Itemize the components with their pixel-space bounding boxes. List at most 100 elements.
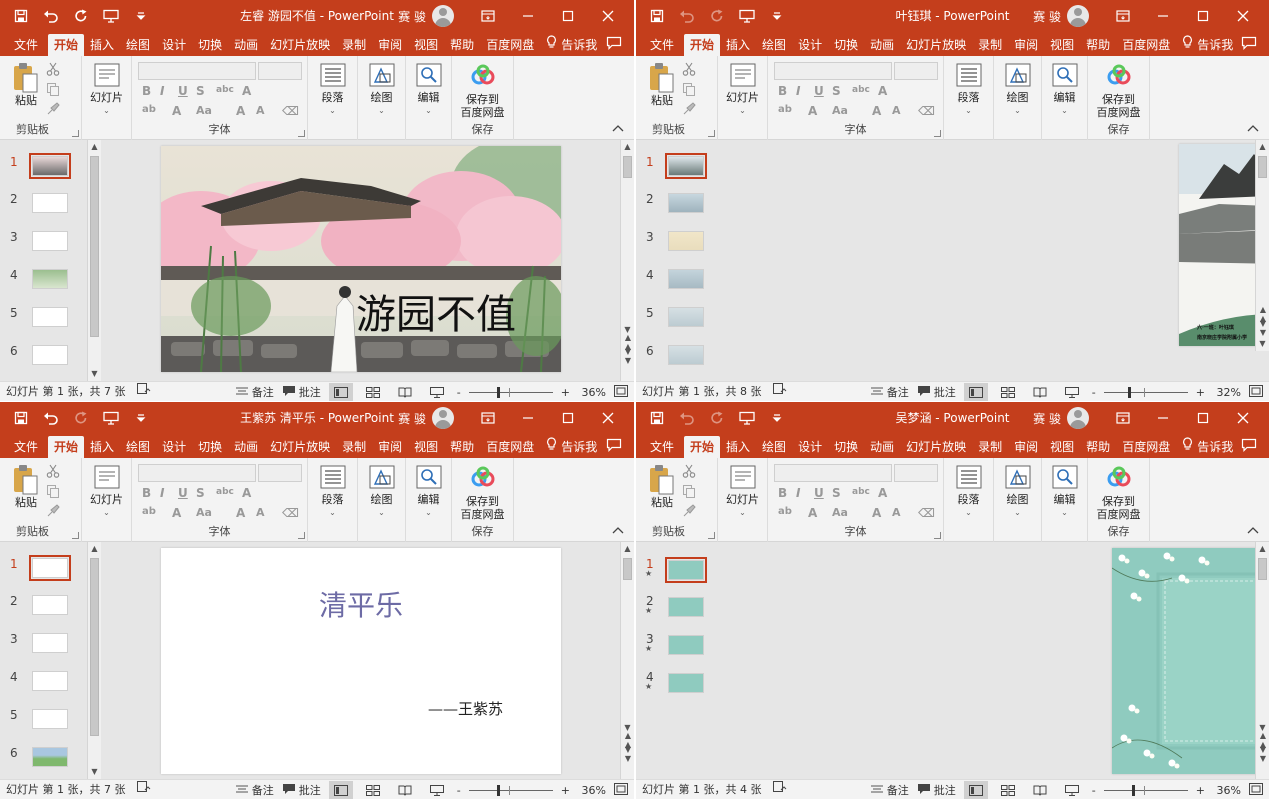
notes-toggle[interactable]: 备注: [235, 384, 274, 400]
shapes-icon[interactable]: [368, 62, 396, 91]
tab-10[interactable]: 视图: [1044, 436, 1080, 458]
tab-3[interactable]: 绘图: [756, 34, 792, 56]
next-slide-icon[interactable]: ▼ ▼: [622, 347, 634, 365]
slide-thumbnail[interactable]: [668, 635, 704, 655]
tab-11[interactable]: 帮助: [1080, 34, 1116, 56]
minimize-icon[interactable]: [508, 402, 548, 434]
slide-thumbnail[interactable]: [32, 747, 68, 767]
clear-format-icon[interactable]: ab: [778, 506, 792, 517]
tab-5[interactable]: 切换: [192, 34, 228, 56]
notes-toggle[interactable]: 备注: [235, 782, 274, 798]
shrink-font-icon[interactable]: A: [256, 104, 265, 117]
accessibility-icon[interactable]: [773, 382, 787, 401]
minimize-icon[interactable]: [508, 0, 548, 32]
chevron-down-icon[interactable]: ⌄: [994, 104, 1041, 117]
font-color-icon[interactable]: A: [242, 486, 251, 500]
scroll-up-icon[interactable]: ▲: [88, 140, 101, 154]
scrollbar-thumb[interactable]: [90, 156, 99, 337]
fit-to-window-icon[interactable]: [614, 782, 628, 798]
dialog-launcher-icon[interactable]: [298, 130, 305, 137]
slide-thumbnail[interactable]: [32, 633, 68, 653]
chevron-down-icon[interactable]: ⌄: [308, 104, 357, 117]
slide-thumbnail[interactable]: [29, 555, 71, 581]
scrollbar-thumb[interactable]: [623, 156, 632, 178]
collapse-ribbon-icon[interactable]: [612, 122, 624, 135]
shapes-icon[interactable]: [1004, 464, 1032, 493]
tab-10[interactable]: 视图: [408, 436, 444, 458]
paste-icon[interactable]: [12, 464, 40, 499]
chevron-down-icon[interactable]: ⌄: [406, 506, 451, 519]
zoom-level[interactable]: 36%: [1213, 784, 1241, 797]
clear-format-icon[interactable]: ab: [778, 104, 792, 115]
dialog-launcher-icon[interactable]: [708, 130, 715, 137]
tab-9[interactable]: 审阅: [372, 34, 408, 56]
redo-icon[interactable]: [704, 3, 730, 29]
cut-icon[interactable]: [682, 62, 696, 79]
slide-thumbnail[interactable]: [32, 709, 68, 729]
paragraph-label[interactable]: 段落: [308, 91, 357, 104]
tab-5[interactable]: 切换: [828, 436, 864, 458]
char-spacing-icon[interactable]: abc: [216, 487, 234, 497]
ribbon-display-options-icon[interactable]: [468, 0, 508, 32]
char-spacing-icon[interactable]: abc: [852, 85, 870, 95]
tab-0[interactable]: 文件: [644, 436, 684, 458]
notes-toggle[interactable]: 备注: [870, 782, 909, 798]
copy-icon[interactable]: [682, 484, 696, 501]
slide-title[interactable]: 游园不值: [356, 282, 516, 340]
tell-me-search[interactable]: 告诉我: [1176, 436, 1233, 458]
strikethrough-icon[interactable]: S: [832, 84, 841, 98]
tab-4[interactable]: 设计: [792, 436, 828, 458]
tell-me-search[interactable]: 告诉我: [540, 34, 597, 56]
dialog-launcher-icon[interactable]: [708, 532, 715, 539]
highlight-icon[interactable]: A: [808, 506, 817, 520]
undo-icon[interactable]: [38, 3, 64, 29]
tab-7[interactable]: 幻灯片放映: [264, 436, 336, 458]
slide-thumbnail[interactable]: [29, 153, 71, 179]
paste-icon[interactable]: [648, 464, 676, 499]
tab-12[interactable]: 百度网盘: [1116, 436, 1176, 458]
present-from-start-icon[interactable]: [98, 3, 124, 29]
tab-0[interactable]: 文件: [644, 34, 684, 56]
strikethrough-icon[interactable]: S: [832, 486, 841, 500]
thumbnail-scrollbar[interactable]: ▲ ▼: [87, 542, 101, 779]
drawing-label[interactable]: 绘图: [994, 91, 1041, 104]
slide-sorter-icon[interactable]: [996, 383, 1020, 401]
underline-icon[interactable]: U: [814, 84, 824, 98]
slideshow-icon[interactable]: [1060, 383, 1084, 401]
zoom-slider-thumb[interactable]: [1131, 784, 1135, 796]
bold-icon[interactable]: B: [778, 84, 787, 98]
save-icon[interactable]: [8, 3, 34, 29]
tab-1[interactable]: 开始: [48, 34, 85, 56]
baidu-netdisk-icon[interactable]: [1106, 466, 1132, 493]
eraser-icon[interactable]: ⌫: [282, 506, 299, 520]
fit-to-window-icon[interactable]: [614, 384, 628, 400]
save-icon[interactable]: [644, 405, 670, 431]
avatar[interactable]: [1067, 5, 1089, 27]
chevron-down-icon[interactable]: ⌄: [1042, 506, 1087, 519]
scroll-up-icon[interactable]: ▲: [88, 542, 101, 556]
cut-icon[interactable]: [46, 464, 60, 481]
maximize-icon[interactable]: [1183, 402, 1223, 434]
zoom-in-button[interactable]: +: [1196, 784, 1205, 797]
redo-icon[interactable]: [68, 405, 94, 431]
tab-3[interactable]: 绘图: [120, 436, 156, 458]
font-size-box[interactable]: [258, 464, 302, 482]
close-icon[interactable]: [1223, 402, 1263, 434]
reading-view-icon[interactable]: [393, 781, 417, 799]
zoom-slider-thumb[interactable]: [496, 784, 500, 796]
bold-icon[interactable]: B: [142, 84, 151, 98]
eraser-icon[interactable]: ⌫: [918, 104, 935, 118]
baidu-netdisk-icon[interactable]: [1106, 64, 1132, 91]
slide-thumbnail[interactable]: [32, 307, 68, 327]
tab-12[interactable]: 百度网盘: [480, 436, 540, 458]
tab-1[interactable]: 开始: [684, 34, 721, 56]
shrink-font-icon[interactable]: A: [256, 506, 265, 519]
new-slide-icon[interactable]: [93, 464, 121, 493]
next-slide-icon[interactable]: ▼ ▼: [1257, 745, 1269, 763]
paste-label[interactable]: 粘贴: [636, 496, 688, 509]
tab-10[interactable]: 视图: [408, 34, 444, 56]
comments-pane-icon[interactable]: [1241, 438, 1257, 455]
new-slide-label[interactable]: 幻灯片: [718, 493, 767, 506]
scrollbar-thumb[interactable]: [1258, 156, 1267, 178]
fit-to-window-icon[interactable]: [1249, 384, 1263, 400]
